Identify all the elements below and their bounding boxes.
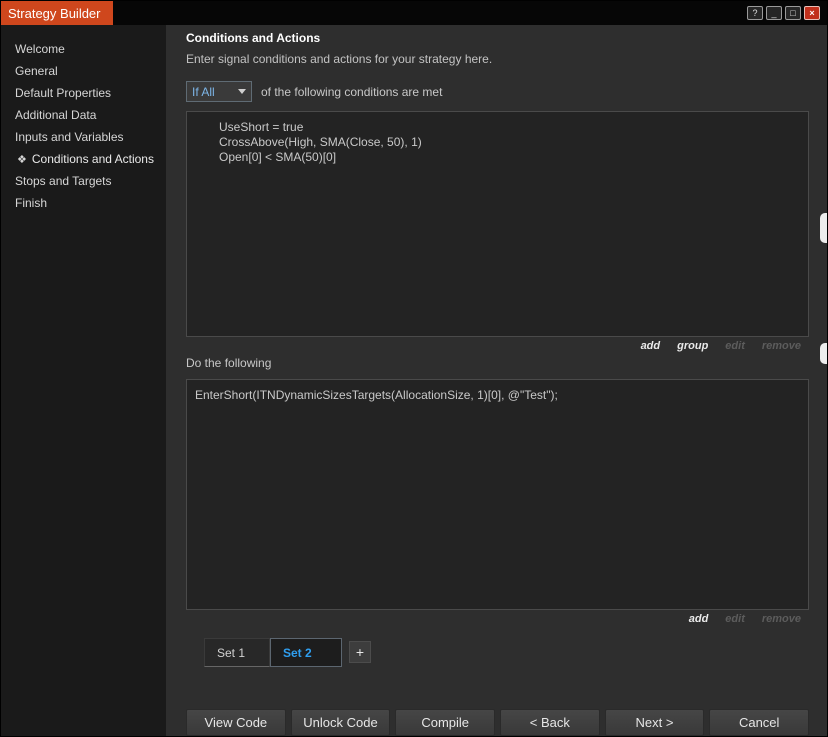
window-body: Welcome General Default Properties Addit… [1, 25, 827, 736]
condition-logic-suffix: of the following conditions are met [261, 85, 442, 99]
next-button[interactable]: Next > [605, 709, 705, 736]
strategy-builder-window: Strategy Builder ? _ □ × Welcome General… [0, 0, 828, 737]
compile-button[interactable]: Compile [395, 709, 495, 736]
sidebar-item-stops-and-targets[interactable]: Stops and Targets [1, 170, 166, 192]
tab-set-2[interactable]: Set 2 [270, 638, 342, 667]
view-code-button[interactable]: View Code [186, 709, 286, 736]
sidebar-item-general[interactable]: General [1, 60, 166, 82]
window-title: Strategy Builder [1, 1, 113, 25]
sidebar-item-additional-data[interactable]: Additional Data [1, 104, 166, 126]
conditions-link-row: add group edit remove [186, 337, 809, 355]
unlock-code-button[interactable]: Unlock Code [291, 709, 391, 736]
cancel-button[interactable]: Cancel [709, 709, 809, 736]
sidebar-item-default-properties[interactable]: Default Properties [1, 82, 166, 104]
condition-logic-value: If All [192, 85, 215, 99]
condition-item[interactable]: CrossAbove(High, SMA(Close, 50), 1) [219, 135, 800, 150]
maximize-button[interactable]: □ [785, 6, 801, 20]
actions-remove-link[interactable]: remove [762, 613, 801, 627]
actions-add-link[interactable]: add [689, 613, 709, 627]
conditions-list: UseShort = true CrossAbove(High, SMA(Clo… [186, 111, 809, 337]
add-set-button[interactable]: + [349, 641, 371, 663]
help-button[interactable]: ? [747, 6, 763, 20]
conditions-and-actions-panel: Conditions and Actions Enter signal cond… [166, 25, 827, 736]
condition-item[interactable]: Open[0] < SMA(50)[0] [219, 150, 800, 165]
scrollbar-thumb[interactable] [820, 213, 827, 243]
action-item[interactable]: EnterShort(ITNDynamicSizesTargets(Alloca… [195, 388, 800, 403]
compass-diamond-icon: ❖ [17, 154, 27, 166]
minimize-button[interactable]: _ [766, 6, 782, 20]
condition-item[interactable]: UseShort = true [219, 120, 800, 135]
condition-logic-row: If All of the following conditions are m… [186, 81, 809, 102]
wizard-step-sidebar: Welcome General Default Properties Addit… [1, 25, 166, 736]
bottom-button-bar: View Code Unlock Code Compile < Back Nex… [186, 709, 809, 736]
window-controls: ? _ □ × [747, 1, 827, 25]
close-button[interactable]: × [804, 6, 820, 20]
sidebar-item-welcome[interactable]: Welcome [1, 38, 166, 60]
actions-edit-link[interactable]: edit [725, 613, 745, 627]
set-tabs: Set 1 Set 2 + [204, 637, 809, 667]
conditions-add-link[interactable]: add [641, 340, 661, 354]
conditions-group-link[interactable]: group [677, 340, 708, 354]
tab-set-1[interactable]: Set 1 [204, 638, 270, 667]
back-button[interactable]: < Back [500, 709, 600, 736]
sidebar-item-finish[interactable]: Finish [1, 192, 166, 214]
page-subtitle: Enter signal conditions and actions for … [186, 52, 809, 66]
titlebar: Strategy Builder ? _ □ × [1, 1, 827, 25]
sidebar-item-inputs-and-variables[interactable]: Inputs and Variables [1, 126, 166, 148]
page-title: Conditions and Actions [186, 31, 809, 45]
actions-link-row: add edit remove [186, 610, 809, 628]
conditions-edit-link[interactable]: edit [725, 340, 745, 354]
actions-list: EnterShort(ITNDynamicSizesTargets(Alloca… [186, 379, 809, 610]
chevron-down-icon [238, 89, 246, 94]
conditions-remove-link[interactable]: remove [762, 340, 801, 354]
scrollbar-thumb[interactable] [820, 343, 827, 364]
actions-label: Do the following [186, 356, 809, 370]
sidebar-item-conditions-and-actions[interactable]: ❖Conditions and Actions [1, 148, 166, 170]
condition-logic-dropdown[interactable]: If All [186, 81, 252, 102]
